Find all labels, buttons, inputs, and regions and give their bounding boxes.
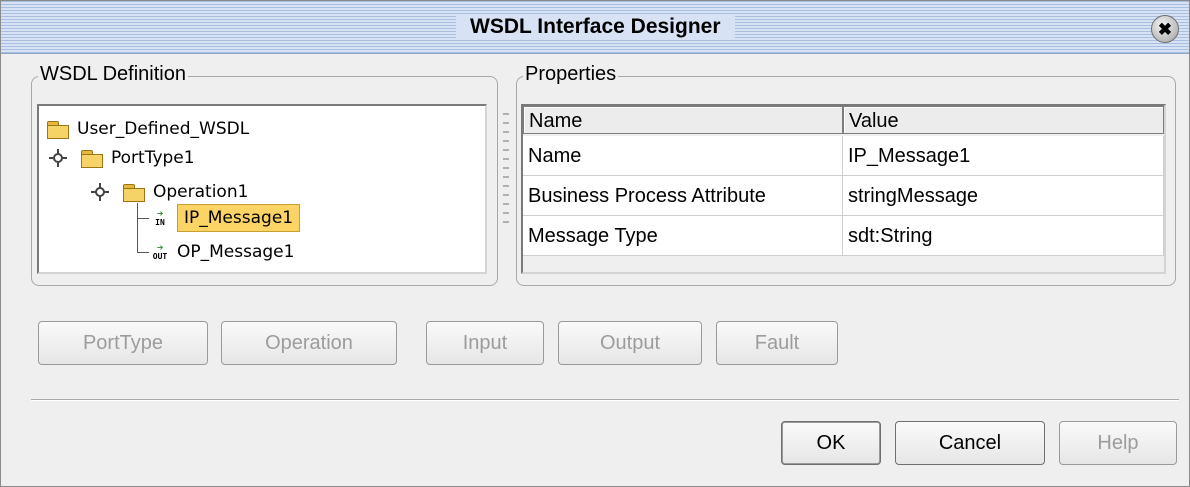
split-pane-divider[interactable]	[503, 113, 509, 223]
wsdl-tree[interactable]: User_Defined_WSDL PortType1 Operation1 ➔…	[37, 104, 487, 274]
folder-icon	[81, 149, 103, 168]
property-value[interactable]: stringMessage	[843, 176, 1164, 216]
window-title: WSDL Interface Designer	[456, 14, 735, 40]
property-name: Business Process Attribute	[523, 176, 843, 216]
table-header: Name Value	[523, 106, 1164, 136]
property-name: Message Type	[523, 216, 843, 256]
column-header-value[interactable]: Value	[843, 106, 1164, 134]
properties-label: Properties	[523, 62, 619, 86]
separator	[31, 399, 1179, 401]
tree-node-label: User_Defined_WSDL	[77, 119, 250, 139]
porttype-button[interactable]: PortType	[38, 321, 208, 365]
properties-table[interactable]: Name Value Name IP_Message1 Business Pro…	[521, 104, 1166, 274]
tree-line	[137, 218, 149, 219]
help-button[interactable]: Help	[1059, 421, 1177, 465]
wsdl-interface-designer-dialog: WSDL Interface Designer ✖ WSDL Definitio…	[0, 0, 1190, 487]
tree-node-label: Operation1	[153, 182, 249, 202]
tree-line	[137, 203, 138, 253]
fault-button[interactable]: Fault	[716, 321, 838, 365]
tree-node-label: PortType1	[111, 148, 195, 168]
tree-node-operation[interactable]: Operation1	[123, 179, 248, 205]
operation-button[interactable]: Operation	[221, 321, 397, 365]
input-message-icon: ➔ IN	[155, 206, 165, 227]
title-bar[interactable]: WSDL Interface Designer ✖	[1, 1, 1189, 54]
expand-porttype-icon[interactable]	[49, 149, 67, 167]
property-name: Name	[523, 136, 843, 176]
output-button[interactable]: Output	[558, 321, 702, 365]
tree-node-label: OP_Message1	[177, 242, 295, 262]
tree-node-porttype[interactable]: PortType1	[81, 145, 195, 171]
table-row[interactable]: Name IP_Message1	[523, 136, 1164, 176]
table-row[interactable]: Message Type sdt:String	[523, 216, 1164, 256]
expand-operation-icon[interactable]	[91, 183, 109, 201]
folder-icon	[123, 183, 145, 202]
output-message-icon: ➔ OUT	[152, 240, 168, 261]
tree-node-input-message[interactable]: ➔ IN IP_Message1	[151, 204, 301, 232]
cancel-button[interactable]: Cancel	[895, 421, 1045, 465]
ok-button[interactable]: OK	[781, 421, 881, 465]
property-value[interactable]: sdt:String	[843, 216, 1164, 256]
tree-node-output-message[interactable]: ➔ OUT OP_Message1	[151, 239, 295, 265]
property-value[interactable]: IP_Message1	[843, 136, 1164, 176]
tree-node-root[interactable]: User_Defined_WSDL	[47, 116, 249, 142]
close-button[interactable]: ✖	[1151, 15, 1179, 43]
tree-node-label-selected: IP_Message1	[177, 204, 301, 232]
table-row[interactable]: Business Process Attribute stringMessage	[523, 176, 1164, 216]
folder-icon	[47, 120, 69, 139]
close-icon: ✖	[1157, 19, 1173, 39]
tree-line	[137, 252, 149, 253]
input-button[interactable]: Input	[426, 321, 544, 365]
column-header-name[interactable]: Name	[523, 106, 843, 134]
wsdl-definition-label: WSDL Definition	[38, 62, 188, 86]
